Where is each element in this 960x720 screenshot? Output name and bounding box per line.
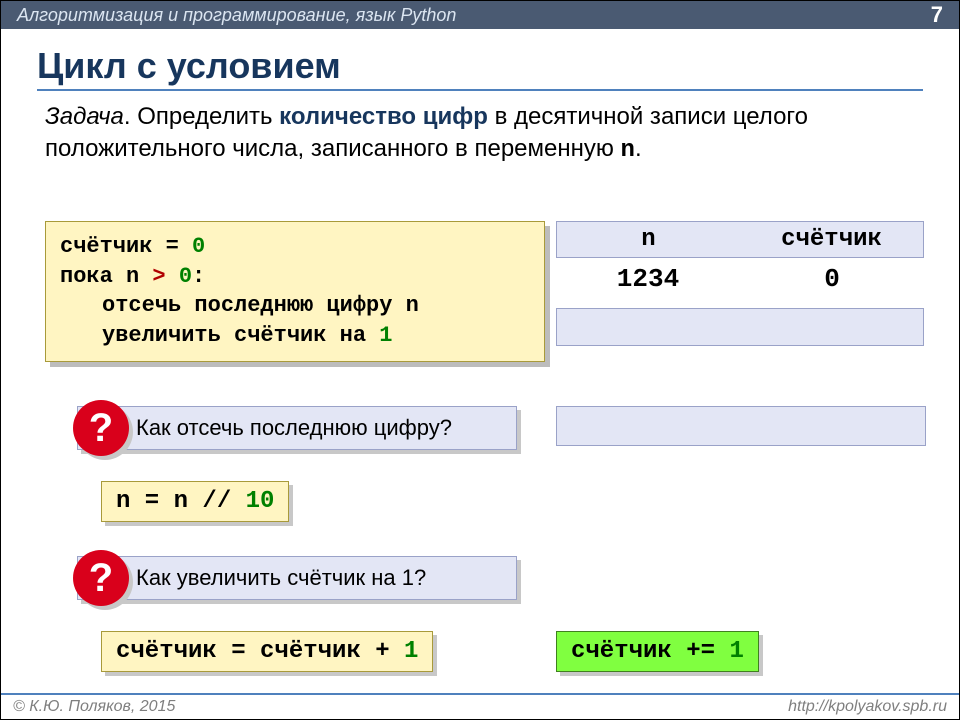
topbar: Алгоритмизация и программирование, язык … <box>1 1 959 29</box>
task-label: Задача <box>45 103 124 130</box>
url: http://kpolyakov.spb.ru <box>788 698 947 716</box>
table-header: n счётчик <box>556 221 924 258</box>
col-counter: счётчик <box>740 222 923 257</box>
answer-3: счётчик += 1 <box>556 631 759 672</box>
page-number: 7 <box>931 2 943 28</box>
question-icon: ? <box>73 400 129 456</box>
footer: © К.Ю. Поляков, 2015 http://kpolyakov.sp… <box>1 693 959 719</box>
subject: Алгоритмизация и программирование, язык … <box>17 5 456 26</box>
answer-1: n = n // 10 <box>101 481 289 522</box>
question-icon: ? <box>73 550 129 606</box>
title-rule <box>37 89 923 91</box>
task-keyword: количество цифр <box>279 103 488 130</box>
code-line: отсечь последнюю цифру n <box>60 291 530 321</box>
side-placeholder <box>556 406 926 446</box>
pseudocode-box: счётчик = 0 пока n > 0: отсечь последнюю… <box>45 221 545 362</box>
table-row: 1234 0 <box>556 258 924 300</box>
task-text: Задача. Определить количество цифр в дес… <box>45 101 919 168</box>
question-1: Как отсечь последнюю цифру? ? <box>77 406 517 450</box>
trace-table: n счётчик 1234 0 <box>556 221 924 346</box>
slide: Алгоритмизация и программирование, язык … <box>0 0 960 720</box>
question-2: Как увеличить счётчик на 1? ? <box>77 556 517 600</box>
question-box: Как увеличить счётчик на 1? <box>77 556 517 600</box>
code-line: счётчик = 0 <box>60 232 530 262</box>
page-title: Цикл с условием <box>37 45 341 87</box>
copyright: © К.Ю. Поляков, 2015 <box>13 698 175 716</box>
code-line: увеличить счётчик на 1 <box>60 321 530 351</box>
question-box: Как отсечь последнюю цифру? <box>77 406 517 450</box>
col-n: n <box>557 222 740 257</box>
code-line: пока n > 0: <box>60 262 530 292</box>
table-blank <box>556 308 924 346</box>
answer-2: счётчик = счётчик + 1 <box>101 631 433 672</box>
task-var: n <box>621 137 635 164</box>
